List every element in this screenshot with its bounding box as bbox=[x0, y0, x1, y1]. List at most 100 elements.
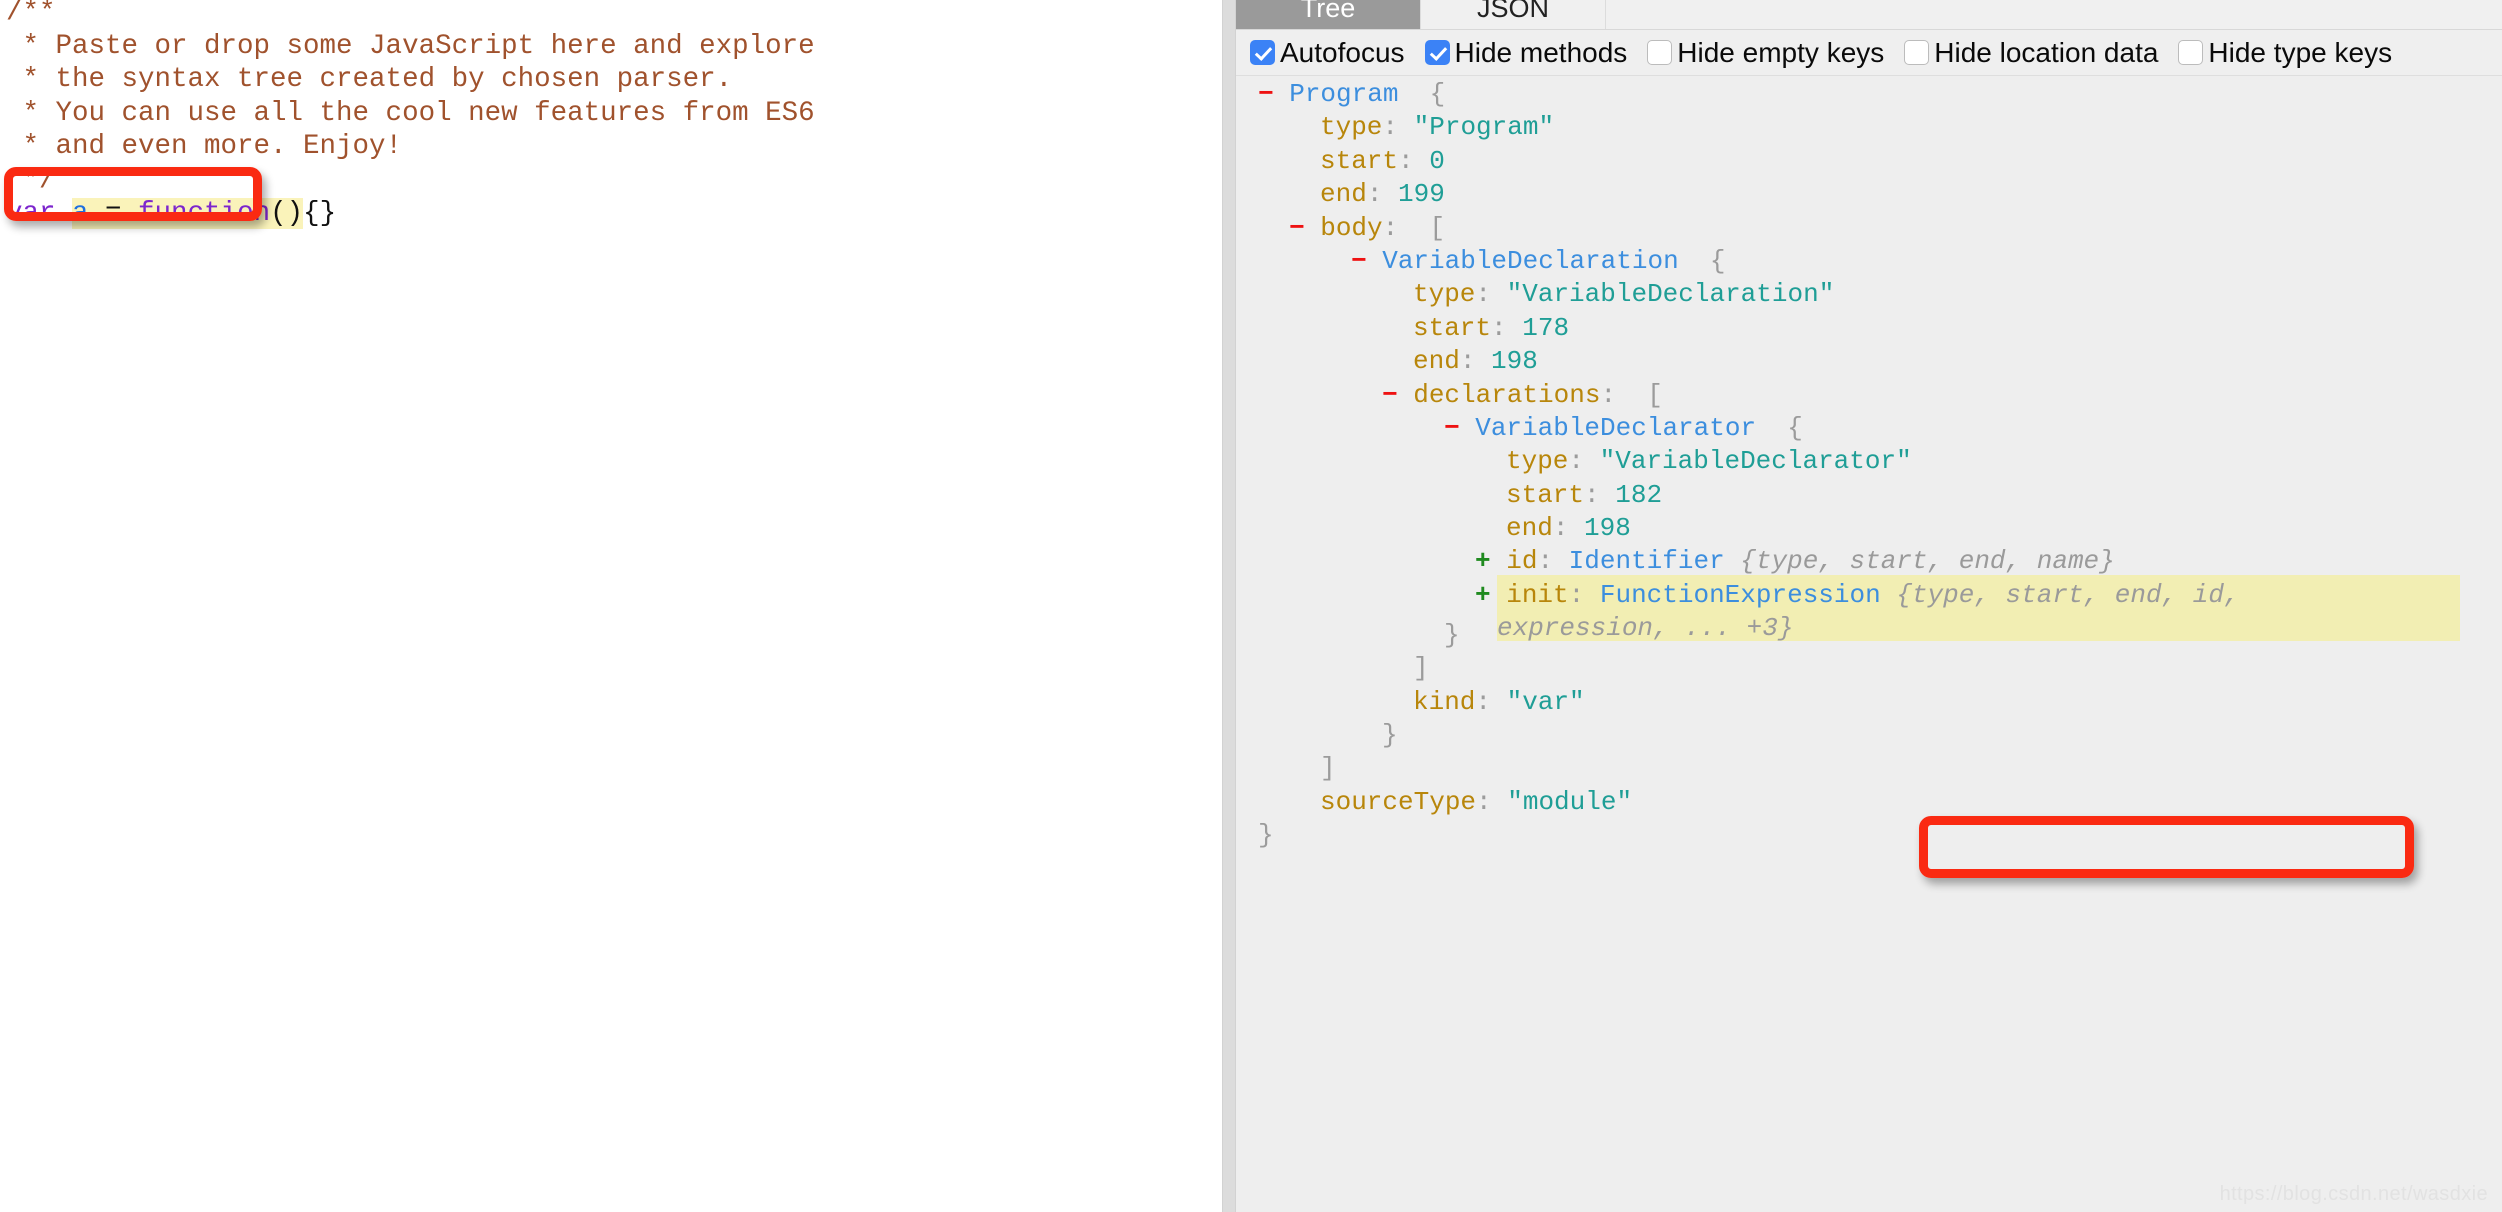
ast-node-key: end bbox=[1506, 513, 1553, 544]
code-token: /** bbox=[6, 0, 56, 28]
ast-node-preview: {type, start, end, name} bbox=[1724, 546, 2115, 577]
ast-node-key: sourceType bbox=[1320, 786, 1477, 817]
ast-node-punct: : bbox=[1568, 446, 1600, 477]
option-hide-location-data[interactable]: Hide location data bbox=[1904, 37, 2158, 69]
code-token: * and even more. Enjoy! bbox=[6, 131, 403, 162]
ast-node-row[interactable]: ] bbox=[1236, 652, 2502, 685]
ast-node-row[interactable]: } bbox=[1236, 819, 2502, 852]
ast-node-row[interactable]: − declarations: [ bbox=[1236, 379, 2502, 412]
watermark: https://blog.csdn.net/wasdxie bbox=[2219, 1183, 2488, 1205]
code-line: /** bbox=[6, 0, 815, 30]
code-token: {} bbox=[303, 198, 337, 229]
ast-node-num: 198 bbox=[1584, 513, 1631, 544]
ast-node-punct: : [ bbox=[1600, 379, 1663, 410]
code-token: * the syntax tree created by chosen pars… bbox=[6, 64, 733, 95]
ast-node-num: 199 bbox=[1398, 179, 1445, 210]
checkbox-unchecked-icon[interactable] bbox=[1647, 40, 1673, 65]
expand-toggle-icon[interactable]: + bbox=[1475, 546, 1506, 576]
code-line: */ bbox=[6, 164, 815, 198]
panel-splitter[interactable] bbox=[1222, 0, 1236, 1212]
checkbox-unchecked-icon[interactable] bbox=[2178, 40, 2204, 65]
collapse-toggle-icon[interactable]: − bbox=[1351, 246, 1382, 276]
ast-node-punct: { bbox=[1398, 79, 1446, 109]
ast-node-row[interactable]: end: 198 bbox=[1236, 345, 2502, 378]
ast-node-key: declarations bbox=[1413, 379, 1601, 410]
code-editor-panel[interactable]: /** * Paste or drop some JavaScript here… bbox=[0, 0, 1222, 1212]
ast-node-punct: : bbox=[1476, 786, 1508, 817]
ast-node-punct: } bbox=[1382, 720, 1398, 751]
ast-node-type: Identifier bbox=[1568, 546, 1725, 577]
code-line: var a = function(){} bbox=[6, 197, 815, 231]
ast-node-str: "Program" bbox=[1413, 112, 1555, 143]
ast-node-type: VariableDeclarator bbox=[1475, 412, 1757, 443]
expand-toggle-icon[interactable]: + bbox=[1475, 580, 1506, 610]
ast-node-str: "module" bbox=[1507, 786, 1633, 817]
code-token: function bbox=[138, 198, 271, 229]
tab-tree[interactable]: Tree bbox=[1236, 0, 1421, 29]
tabbar-filler bbox=[1606, 0, 2502, 29]
code-token: */ bbox=[6, 164, 56, 196]
code-token: = bbox=[88, 198, 139, 229]
ast-node-num: 0 bbox=[1429, 145, 1445, 176]
code-token: () bbox=[270, 198, 304, 229]
code-token: a bbox=[72, 198, 89, 229]
ast-node-punct: : bbox=[1584, 479, 1616, 510]
ast-node-key: type bbox=[1320, 112, 1383, 143]
ast-node-punct: : bbox=[1459, 346, 1492, 377]
collapse-toggle-icon[interactable]: − bbox=[1444, 413, 1475, 443]
ast-node-punct: { bbox=[1756, 412, 1803, 443]
ast-tree-view[interactable]: − Program {type: "Program" start: 0 end: 1… bbox=[1236, 78, 2502, 1212]
view-mode-tabbar: Tree JSON bbox=[1236, 0, 2502, 30]
ast-node-key: type bbox=[1506, 446, 1569, 477]
ast-node-str: "VariableDeclaration" bbox=[1506, 279, 1835, 310]
option-hide-empty-keys[interactable]: Hide empty keys bbox=[1647, 37, 1884, 69]
tab-json[interactable]: JSON bbox=[1421, 0, 1606, 29]
collapse-toggle-icon[interactable]: − bbox=[1382, 380, 1413, 410]
code-line: * Paste or drop some JavaScript here and… bbox=[6, 30, 815, 64]
ast-node-row[interactable]: sourceType: "module" bbox=[1236, 786, 2502, 819]
ast-node-punct: : bbox=[1552, 513, 1585, 544]
ast-node-row[interactable]: − body: [ bbox=[1236, 212, 2502, 245]
ast-node-row[interactable]: end: 198 bbox=[1236, 512, 2502, 545]
collapse-toggle-icon[interactable]: − bbox=[1289, 213, 1320, 243]
ast-node-row[interactable]: − Program { bbox=[1236, 78, 2502, 111]
ast-node-key: start bbox=[1506, 479, 1585, 510]
ast-node-num: 198 bbox=[1491, 346, 1538, 377]
ast-node-preview: {type, start, end, id, bbox=[1880, 579, 2240, 610]
option-hide-methods[interactable]: Hide methods bbox=[1424, 36, 1628, 69]
collapse-toggle-icon[interactable]: − bbox=[1258, 79, 1289, 109]
option-hide-type-keys[interactable]: Hide type keys bbox=[2178, 37, 2392, 69]
ast-node-row[interactable]: + init: FunctionExpression {type, start,… bbox=[1236, 574, 2502, 643]
ast-node-key: init bbox=[1506, 579, 1569, 610]
option-label: Hide methods bbox=[1454, 36, 1628, 68]
option-label: Autofocus bbox=[1280, 36, 1405, 68]
checkbox-unchecked-icon[interactable] bbox=[1904, 40, 1930, 65]
ast-node-key: end bbox=[1320, 179, 1367, 210]
checkbox-checked-icon[interactable] bbox=[1424, 40, 1450, 65]
ast-node-row[interactable]: − VariableDeclarator { bbox=[1236, 412, 2502, 445]
ast-node-row[interactable]: + id: Identifier {type, start, end, name… bbox=[1236, 545, 2502, 578]
checkbox-checked-icon[interactable] bbox=[1250, 40, 1275, 65]
ast-node-punct: : bbox=[1475, 686, 1507, 717]
ast-node-num: 178 bbox=[1522, 312, 1570, 343]
ast-node-row[interactable]: end: 199 bbox=[1236, 178, 2502, 211]
option-label: Hide empty keys bbox=[1677, 36, 1885, 68]
code-editor-content[interactable]: /** * Paste or drop some JavaScript here… bbox=[6, 0, 815, 231]
ast-node-row[interactable]: } bbox=[1236, 719, 2502, 752]
ast-node-punct: : [ bbox=[1382, 212, 1446, 243]
ast-node-row[interactable]: type: "Program" bbox=[1236, 111, 2502, 144]
ast-node-punct: : bbox=[1382, 112, 1414, 143]
ast-node-row[interactable]: start: 178 bbox=[1236, 312, 2502, 345]
option-autofocus[interactable]: Autofocus bbox=[1250, 37, 1405, 69]
ast-node-row[interactable]: } bbox=[1236, 619, 2502, 652]
ast-node-row[interactable]: − VariableDeclaration { bbox=[1236, 245, 2502, 278]
ast-node-row[interactable]: start: 182 bbox=[1236, 479, 2502, 512]
ast-node-punct: : bbox=[1568, 579, 1600, 610]
ast-node-row[interactable]: ] bbox=[1236, 752, 2502, 785]
ast-node-row[interactable]: start: 0 bbox=[1236, 145, 2502, 178]
ast-node-str: "var" bbox=[1506, 686, 1585, 717]
code-line: * and even more. Enjoy! bbox=[6, 130, 815, 164]
ast-node-row[interactable]: kind: "var" bbox=[1236, 686, 2502, 719]
ast-node-row[interactable]: type: "VariableDeclaration" bbox=[1236, 278, 2502, 311]
ast-node-row[interactable]: type: "VariableDeclarator" bbox=[1236, 445, 2502, 478]
